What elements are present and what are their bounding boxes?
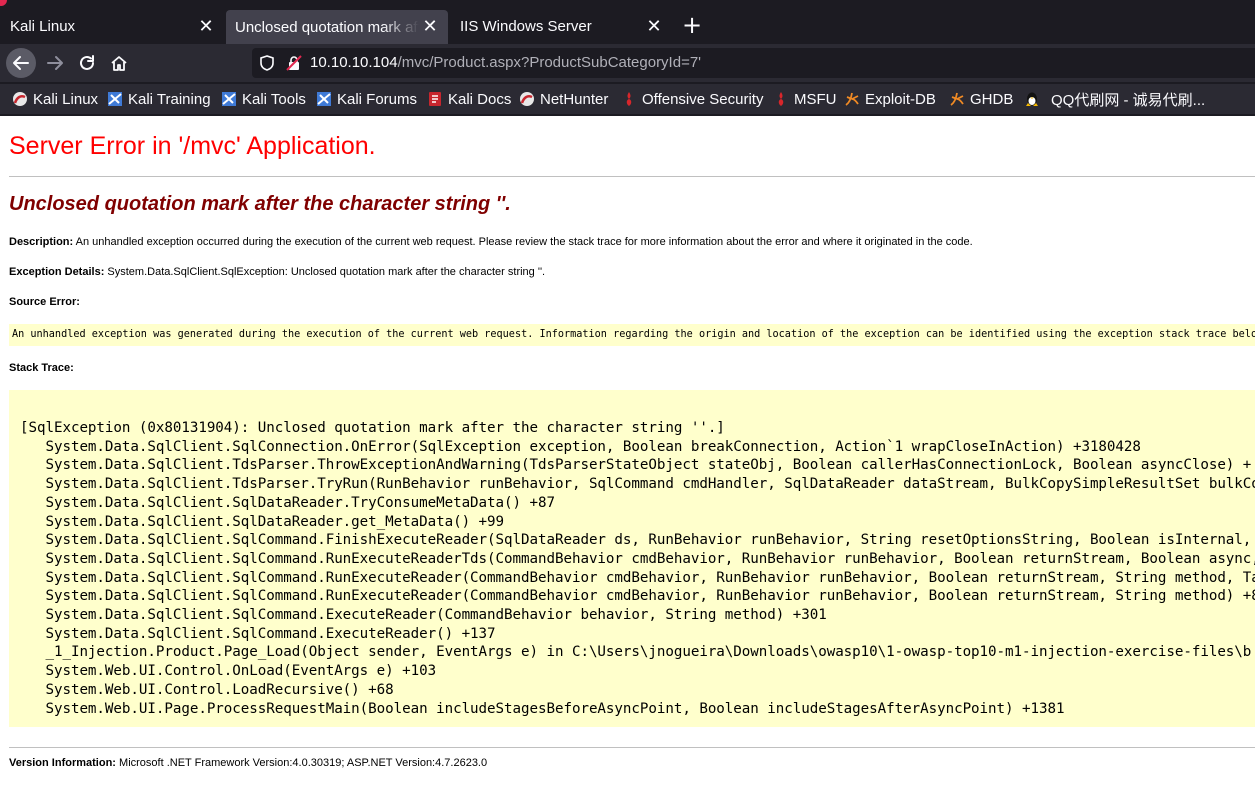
version-label: Version Information: xyxy=(9,757,116,769)
tab-title: IIS Windows Server xyxy=(460,17,592,35)
tab-unclosed-quotation[interactable]: Unclosed quotation mark after the charac… xyxy=(226,10,448,44)
bookmark-label: Kali Training xyxy=(128,90,211,108)
bookmark-kali-tools[interactable]: Kali Tools xyxy=(221,88,306,110)
bookmark-label: NetHunter xyxy=(540,90,609,108)
error-subtitle: Unclosed quotation mark after the charac… xyxy=(9,193,511,215)
description-line: Description: An unhandled exception occu… xyxy=(9,236,973,248)
url-path: /mvc/Product.aspx?ProductSubCategoryId=7… xyxy=(397,54,702,71)
tab-kali-linux[interactable]: Kali Linux ✕ xyxy=(0,10,224,42)
stack-trace-line: System.Data.SqlClient.SqlCommand.RunExec… xyxy=(20,588,1255,605)
stack-trace-line: System.Data.SqlClient.SqlCommand.RunExec… xyxy=(20,550,1255,567)
bookmark-qq[interactable]: QQ代刷网 - 诚易代刷... xyxy=(1024,88,1205,110)
tab-iis-windows-server[interactable]: IIS Windows Server ✕ xyxy=(450,10,672,42)
forward-arrow-icon[interactable] xyxy=(40,48,70,78)
source-error-box: An unhandled exception was generated dur… xyxy=(9,324,1255,346)
back-arrow-icon[interactable] xyxy=(6,48,36,78)
stack-trace-line: System.Data.SqlClient.SqlCommand.RunExec… xyxy=(20,569,1255,586)
url-host: 10.10.10.104 xyxy=(310,54,398,71)
plus-icon[interactable]: + xyxy=(680,13,704,37)
bookmark-kali-docs[interactable]: Kali Docs xyxy=(427,88,511,110)
stack-trace-line: System.Data.SqlClient.SqlCommand.FinishE… xyxy=(20,532,1255,549)
stack-trace-line: System.Data.SqlClient.TdsParser.TryRun(R… xyxy=(20,476,1255,493)
window-close-dot[interactable] xyxy=(0,0,7,6)
bookmark-kali-training[interactable]: Kali Training xyxy=(107,88,211,110)
nethunter-icon xyxy=(519,91,535,107)
bookmark-label: Kali Linux xyxy=(33,90,99,108)
bookmark-label: Kali Tools xyxy=(242,90,306,108)
version-text: Microsoft .NET Framework Version:4.0.303… xyxy=(115,757,488,769)
offsec-icon xyxy=(621,91,637,107)
bookmark-label: Kali Docs xyxy=(448,90,512,108)
description-label: Description: xyxy=(9,236,74,248)
bookmark-label: MSFU xyxy=(794,90,837,108)
insecure-lock-icon[interactable] xyxy=(286,55,302,75)
stack-trace-line: System.Data.SqlClient.SqlCommand.Execute… xyxy=(20,625,496,642)
stack-trace-line: [SqlException (0x80131904): Unclosed quo… xyxy=(20,420,725,436)
kali-training-icon xyxy=(107,91,123,107)
page-title: Server Error in '/mvc' Application. xyxy=(9,132,376,160)
divider xyxy=(9,747,1255,748)
exception-label: Exception Details: xyxy=(9,266,105,278)
stack-trace-line: System.Data.SqlClient.SqlDataReader.get_… xyxy=(20,513,505,530)
bookmark-msfu[interactable]: MSFU xyxy=(773,88,837,110)
kali-tools-icon xyxy=(221,91,237,107)
close-icon[interactable]: ✕ xyxy=(644,16,664,36)
page-content: Server Error in '/mvc' Application. Uncl… xyxy=(0,116,1255,794)
bookmark-exploit-db[interactable]: Exploit-DB xyxy=(844,88,936,110)
exploit-db-icon xyxy=(844,91,860,107)
source-error-heading: Source Error: xyxy=(9,296,80,308)
msfu-icon xyxy=(773,91,789,107)
exception-text: System.Data.SqlClient.SqlException: Uncl… xyxy=(104,266,546,278)
stack-trace-line: System.Web.UI.Page.ProcessRequestMain(Bo… xyxy=(20,700,1065,717)
url-bar[interactable]: 10.10.10.104/mvc/Product.aspx?ProductSub… xyxy=(252,48,1255,78)
stack-trace-line: System.Web.UI.Control.OnLoad(EventArgs e… xyxy=(20,663,437,680)
reload-icon[interactable] xyxy=(72,48,102,78)
stack-trace-line: _1_Injection.Product.Page_Load(Object se… xyxy=(20,644,1252,661)
stack-trace-heading: Stack Trace: xyxy=(9,362,74,374)
bookmark-ghdb[interactable]: GHDB xyxy=(949,88,1013,110)
bookmark-nethunter[interactable]: NetHunter xyxy=(519,88,608,110)
bookmark-label: Exploit-DB xyxy=(865,90,936,108)
browser-chrome: Kali Linux ✕ Unclosed quotation mark aft… xyxy=(0,0,1255,116)
bookmark-label: GHDB xyxy=(970,90,1014,108)
bookmark-kali-forums[interactable]: Kali Forums xyxy=(316,88,417,110)
navigation-toolbar: 10.10.10.104/mvc/Product.aspx?ProductSub… xyxy=(0,44,1255,82)
kali-dragon-icon xyxy=(12,91,28,107)
tab-title: Kali Linux xyxy=(10,17,76,35)
kali-docs-icon xyxy=(427,91,443,107)
tab-title: Unclosed quotation mark after the charac… xyxy=(235,18,419,36)
ghdb-icon xyxy=(949,91,965,107)
bookmarks-toolbar: Kali Linux Kali Training Kali Tools Kali… xyxy=(0,84,1255,114)
tab-strip: Kali Linux ✕ Unclosed quotation mark aft… xyxy=(0,0,1255,44)
home-icon[interactable] xyxy=(104,48,134,78)
description-text: An unhandled exception occurred during t… xyxy=(73,236,973,248)
kali-forums-icon xyxy=(316,91,332,107)
version-info-line: Version Information: Microsoft .NET Fram… xyxy=(9,757,487,769)
stack-trace-line: System.Data.SqlClient.SqlDataReader.TryC… xyxy=(20,494,555,511)
stack-trace-line: System.Web.UI.Control.LoadRecursive() +6… xyxy=(20,681,394,698)
bookmark-kali-linux[interactable]: Kali Linux xyxy=(12,88,98,110)
bookmark-label: Kali Forums xyxy=(337,90,418,108)
close-icon[interactable]: ✕ xyxy=(420,16,440,36)
stack-trace-line: System.Data.SqlClient.SqlCommand.Execute… xyxy=(20,607,827,624)
shield-icon[interactable] xyxy=(260,55,274,75)
stack-trace-line: System.Data.SqlClient.SqlConnection.OnEr… xyxy=(20,438,1141,455)
exception-details-line: Exception Details: System.Data.SqlClient… xyxy=(9,266,545,278)
divider xyxy=(9,176,1255,177)
close-icon[interactable]: ✕ xyxy=(196,16,216,36)
stack-trace-box: [SqlException (0x80131904): Unclosed quo… xyxy=(9,390,1255,727)
bookmark-offensive-security[interactable]: Offensive Security xyxy=(621,88,763,110)
bookmark-label: Offensive Security xyxy=(642,90,764,108)
stack-trace-line: System.Data.SqlClient.TdsParser.ThrowExc… xyxy=(20,457,1252,474)
url-text[interactable]: 10.10.10.104/mvc/Product.aspx?ProductSub… xyxy=(310,54,701,71)
bookmark-label: QQ代刷网 - 诚易代刷... xyxy=(1051,91,1206,109)
qq-penguin-icon xyxy=(1024,91,1040,107)
